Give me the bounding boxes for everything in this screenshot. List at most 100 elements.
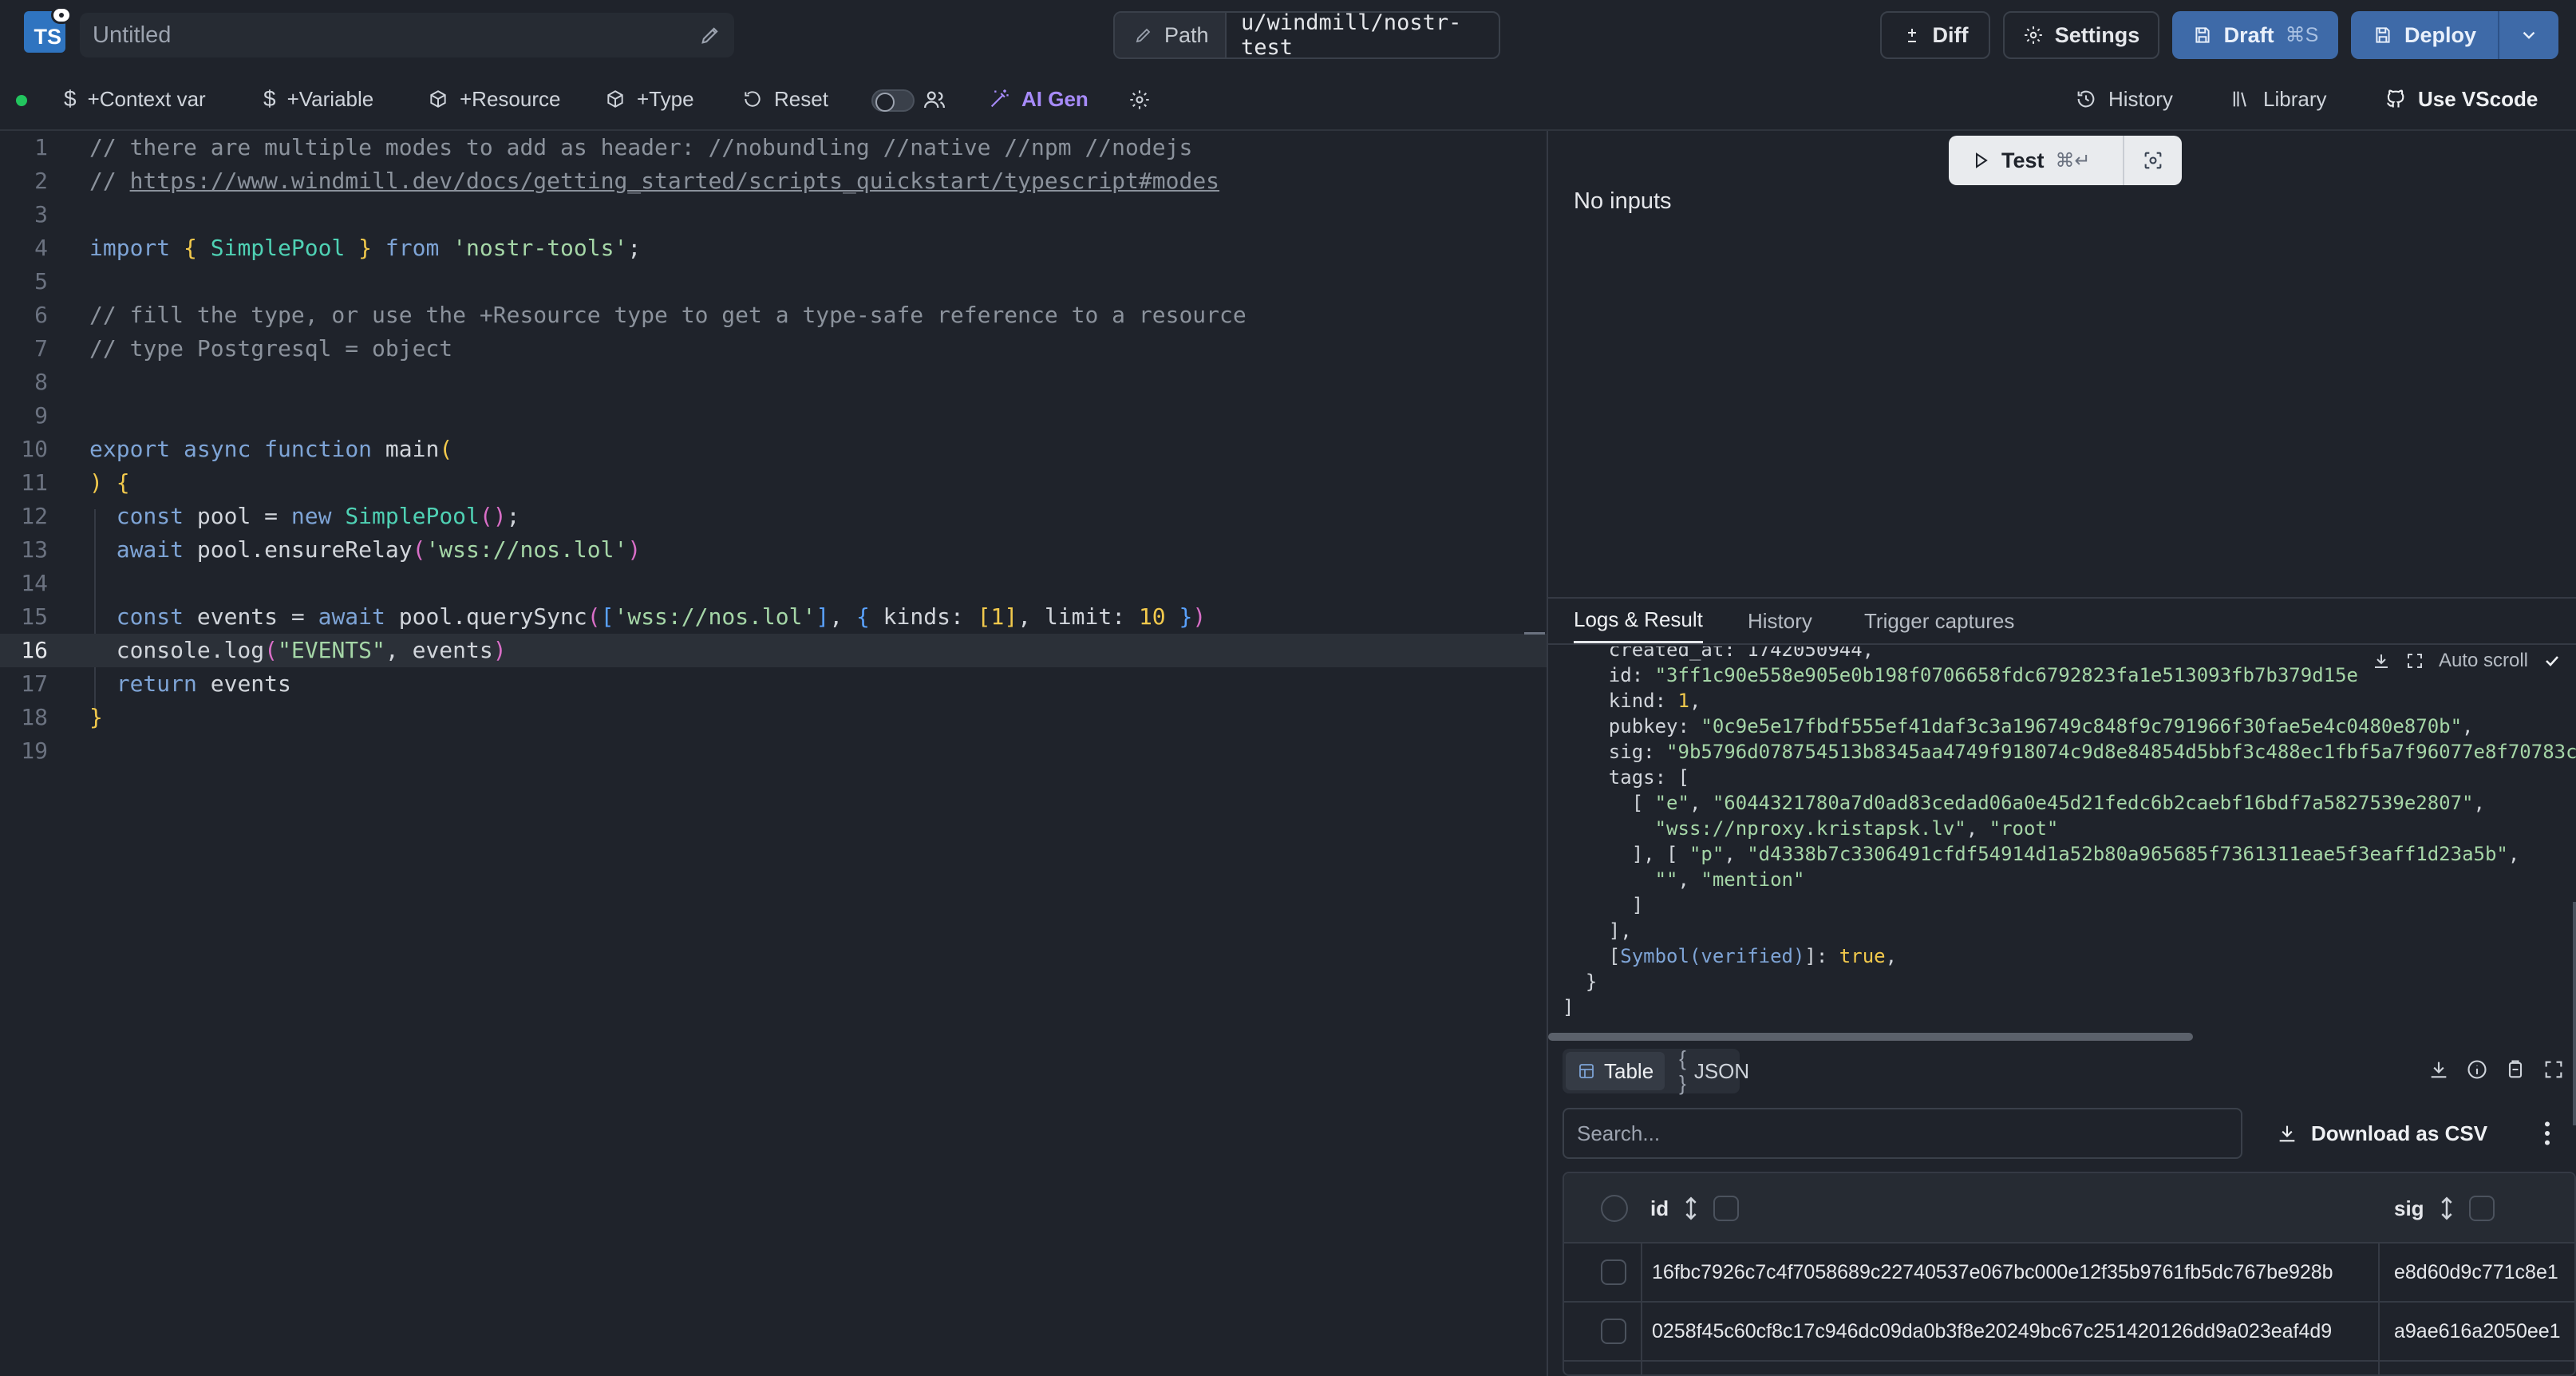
test-button[interactable]: Test ⌘↵ <box>1949 136 2124 185</box>
connection-status-dot <box>16 95 27 106</box>
library-button[interactable]: Library <box>2230 75 2326 123</box>
deploy-button[interactable]: Deploy <box>2351 11 2499 59</box>
select-all-checkbox-cell <box>1601 1173 1628 1244</box>
logs-horizontal-scrollbar[interactable] <box>1548 1033 2193 1041</box>
column-header-id[interactable]: id <box>1650 1173 1740 1244</box>
log-text: pubkey: <box>1563 715 1701 737</box>
log-text: , <box>2462 715 2474 737</box>
deploy-button-group: Deploy <box>2351 11 2558 59</box>
run-panel: Test ⌘↵ No inputs Logs & Result History … <box>1548 131 2576 1376</box>
code-token: "EVENTS" <box>278 637 385 663</box>
settings-button[interactable]: Settings <box>2003 11 2159 59</box>
log-text: "wss://nproxy.kristapsk.lv" <box>1654 817 1966 840</box>
pencil-icon <box>1136 28 1151 43</box>
tab-history[interactable]: History <box>1748 599 1812 643</box>
sort-icon[interactable] <box>1681 1195 1701 1222</box>
code-line: 1 // there are multiple modes to add as h… <box>0 131 1547 164</box>
add-context-var-button[interactable]: $ +Context var <box>64 75 206 123</box>
path-field[interactable]: Path u/windmill/nostr-test <box>1113 11 1500 59</box>
log-line: ] <box>1563 892 1643 918</box>
expand-icon[interactable] <box>2405 651 2424 670</box>
log-line: pubkey: "0c9e5e17fbdf555ef41daf3c3a19674… <box>1563 714 2474 739</box>
result-actions <box>2428 1058 2565 1081</box>
clipboard-icon[interactable] <box>2504 1058 2527 1081</box>
add-variable-button[interactable]: $ +Variable <box>263 75 373 123</box>
column-header-sig[interactable]: sig <box>2394 1173 2495 1244</box>
log-text: , <box>2507 843 2520 865</box>
result-view-toggle: Table { } JSON <box>1563 1046 1749 1095</box>
logs-output[interactable]: created_at: 1742050944, id: "3ff1c90e558… <box>1548 646 2576 1041</box>
use-vscode-button[interactable]: Use VScode <box>2384 75 2538 123</box>
ai-gen-button[interactable]: AI Gen <box>988 75 1088 123</box>
line-number: 6 <box>34 302 48 328</box>
code-token: 'wss://nos.lol' <box>425 536 628 563</box>
table-header: id sig <box>1564 1173 2574 1244</box>
json-view-button[interactable]: { } JSON <box>1668 1046 1760 1095</box>
test-shortcut: ⌘↵ <box>2055 149 2091 172</box>
log-line: kind: 1, <box>1563 688 1701 714</box>
gear-icon[interactable] <box>1128 89 1151 111</box>
path-label: Path <box>1164 22 1209 47</box>
code-token: [ <box>600 603 614 630</box>
code-editor[interactable]: 1 // there are multiple modes to add as h… <box>0 131 1547 1376</box>
download-icon[interactable] <box>2428 1058 2450 1081</box>
test-options-button[interactable] <box>2124 136 2182 185</box>
table-row[interactable]: 16fbc7926c7c4f7058689c22740537e067bc000e… <box>1564 1244 2574 1303</box>
row-checkbox[interactable] <box>1601 1319 1626 1344</box>
result-search-input[interactable] <box>1563 1108 2242 1159</box>
log-text: , <box>1677 868 1701 891</box>
result-table: id sig 16fbc7926c7c4f7058689c22740537e06… <box>1563 1172 2576 1376</box>
collab-toggle[interactable] <box>871 89 915 112</box>
script-title-field[interactable]: Untitled <box>80 13 734 57</box>
reset-button[interactable]: Reset <box>742 75 828 123</box>
code-line: 6 // fill the type, or use the +Resource … <box>0 299 1547 332</box>
column-filter-checkbox[interactable] <box>2468 1196 2495 1221</box>
sort-icon[interactable] <box>2437 1195 2456 1222</box>
save-icon <box>2195 27 2210 43</box>
column-filter-checkbox[interactable] <box>1713 1196 1740 1221</box>
code-token: SimplePool <box>345 503 480 529</box>
scan-icon <box>2144 152 2162 169</box>
deploy-options-dropdown[interactable] <box>2499 11 2558 59</box>
tab-logs-result[interactable]: Logs & Result <box>1574 599 1703 643</box>
docs-link[interactable]: https://www.windmill.dev/docs/getting_st… <box>130 168 1219 194</box>
code-line: 2 // https://www.windmill.dev/docs/gettin… <box>0 164 1547 198</box>
log-text: 1 <box>1677 690 1689 712</box>
cell-id: 16fbc7926c7c4f7058689c22740537e067bc000e… <box>1652 1260 2333 1283</box>
table-view-button[interactable]: Table <box>1566 1052 1665 1090</box>
code-token: pool.querySync <box>385 603 587 630</box>
download-icon[interactable] <box>2372 651 2391 670</box>
draft-label: Draft <box>2223 22 2274 47</box>
log-line: ], <box>1563 918 1632 943</box>
diff-button[interactable]: Diff <box>1880 11 1990 59</box>
history-button[interactable]: History <box>2075 75 2173 123</box>
download-csv-button[interactable]: Download as CSV <box>2276 1109 2487 1157</box>
check-icon[interactable] <box>2542 651 2562 670</box>
code-line-active: 16 console.log("EVENTS", events) <box>0 634 1547 667</box>
draft-button[interactable]: Draft ⌘S <box>2172 11 2338 59</box>
add-resource-button[interactable]: +Resource <box>428 75 560 123</box>
line-number: 8 <box>34 369 48 395</box>
select-all-checkbox[interactable] <box>1601 1195 1628 1222</box>
info-icon[interactable] <box>2466 1058 2488 1081</box>
code-token: 'nostr-tools' <box>452 235 628 261</box>
resource-label: +Resource <box>460 86 561 111</box>
row-checkbox[interactable] <box>1601 1259 1626 1285</box>
line-number: 12 <box>21 503 48 529</box>
fullscreen-icon[interactable] <box>2542 1058 2565 1081</box>
code-token: , <box>829 603 856 630</box>
log-text: ], [ <box>1563 843 1689 865</box>
path-value[interactable]: u/windmill/nostr-test <box>1227 13 1499 57</box>
tab-trigger-captures[interactable]: Trigger captures <box>1864 599 2014 643</box>
auto-scroll-label[interactable]: Auto scroll <box>2439 650 2528 672</box>
table-row[interactable]: 0258f45c60cf8c17c946dc09da0b3f8e20249bc6… <box>1564 1303 2574 1362</box>
add-type-button[interactable]: +Type <box>605 75 694 123</box>
ai-gen-label: AI Gen <box>1021 86 1088 111</box>
line-number: 19 <box>21 737 48 764</box>
more-options-icon[interactable] <box>2531 1117 2563 1149</box>
pencil-icon[interactable] <box>699 24 721 46</box>
